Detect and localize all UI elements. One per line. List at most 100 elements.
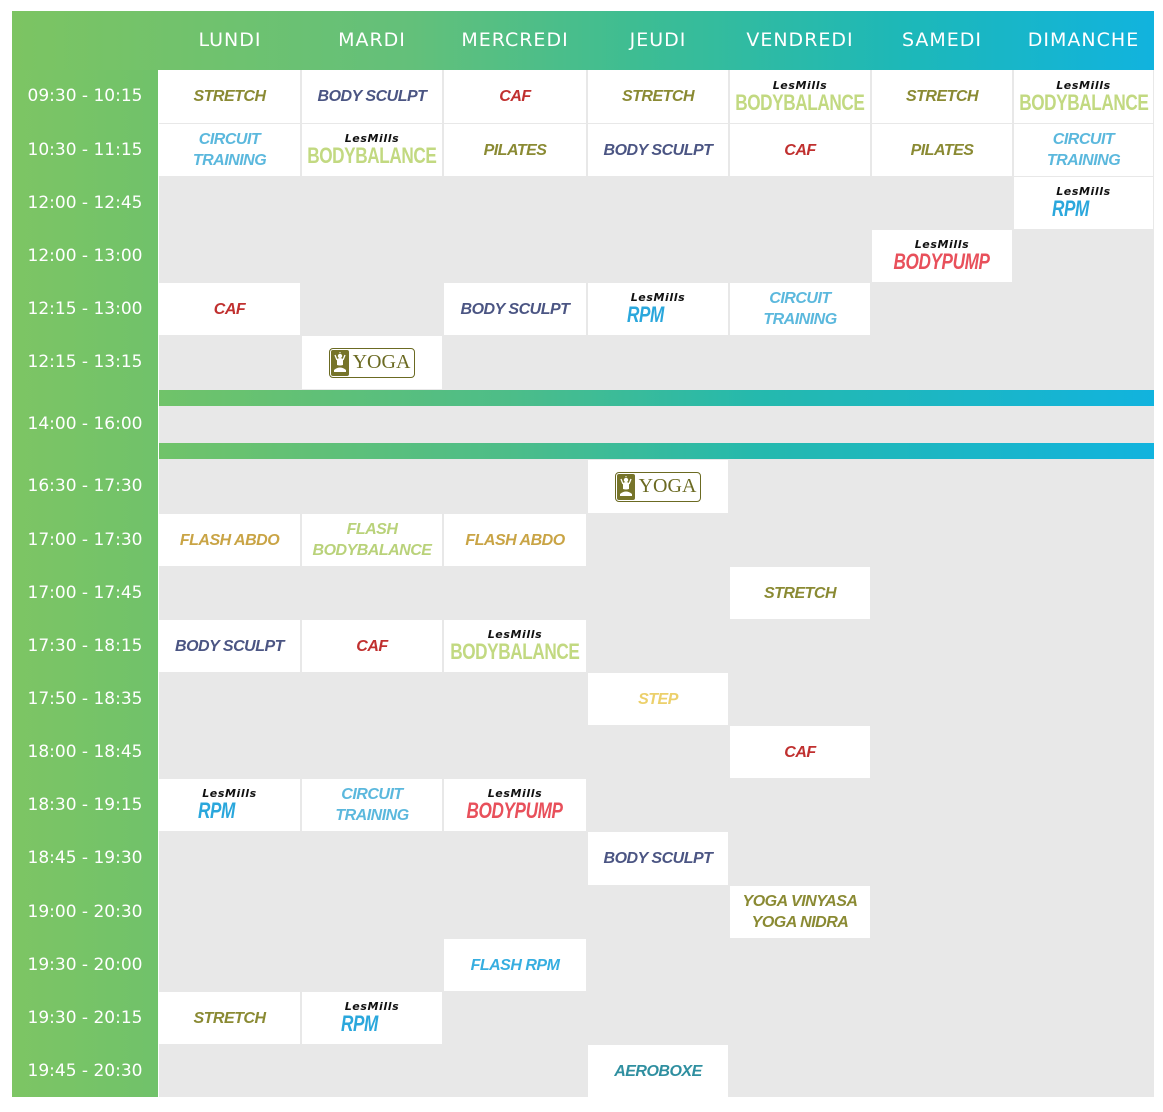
class-cell[interactable]: YOGA (588, 460, 728, 513)
class-name: CAF (213, 300, 246, 318)
class-name: CAF (784, 743, 816, 761)
class-name: STRETCH (763, 584, 837, 602)
section-divider-band (159, 443, 1154, 459)
yoga-label: YOGA (638, 475, 697, 497)
class-cell[interactable]: STRETCH (730, 567, 870, 619)
class-cell[interactable]: LesMills BODYBALANCE (1014, 70, 1153, 123)
class-cell[interactable]: STRETCH (159, 70, 300, 123)
class-cell[interactable]: BODY SCULPT (302, 70, 442, 123)
class-cell[interactable]: FLASH BODYBALANCE (302, 514, 442, 566)
lesmills-program-name: BODYPUMP (893, 249, 991, 274)
yoga-label: YOGA (352, 351, 411, 373)
class-cell[interactable]: CAF (444, 70, 586, 123)
class-cell[interactable]: FLASH RPM (444, 939, 586, 991)
day-header-samedi: SAMEDI (901, 29, 983, 51)
time-slot-label: 16:30 - 17:30 (27, 476, 143, 496)
time-slot-label: 12:00 - 12:45 (27, 193, 143, 213)
lesmills-logo: LesMills BODYBALANCE (717, 80, 883, 114)
class-cell[interactable]: LesMills RPM (1014, 177, 1153, 229)
lesmills-program-name: BODYBALANCE (1018, 89, 1149, 115)
time-slot-label: 17:50 - 18:35 (27, 689, 143, 709)
time-slot-label: 17:30 - 18:15 (27, 636, 143, 656)
class-name: FLASH (346, 521, 398, 538)
class-name: CAF (499, 88, 531, 105)
time-slot-label: 19:30 - 20:15 (27, 1008, 143, 1028)
time-slot-label: 14:00 - 16:00 (27, 414, 143, 434)
class-cell[interactable]: CIRCUIT TRAINING (1014, 124, 1153, 176)
class-name: PILATES (910, 141, 974, 159)
lesmills-program-name: BODYBALANCE (307, 143, 437, 168)
class-cell[interactable]: STRETCH (159, 992, 300, 1044)
class-cell[interactable]: CAF (302, 620, 442, 672)
time-slot-label: 19:00 - 20:30 (27, 902, 143, 922)
class-name: CIRCUIT (198, 131, 261, 148)
lesmills-program-name: RPM (340, 1011, 378, 1036)
class-cell[interactable]: FLASH ABDO (159, 514, 300, 566)
class-cell[interactable]: LesMills BODYPUMP (444, 779, 586, 831)
yoga-logo: YOGA (328, 347, 416, 378)
class-cell[interactable]: LesMills RPM (159, 779, 300, 831)
class-cell[interactable]: BODY SCULPT (588, 832, 728, 885)
class-cell[interactable]: STEP (588, 673, 728, 725)
time-slot-label: 18:45 - 19:30 (27, 848, 143, 868)
class-name: CAF (356, 637, 388, 655)
time-slot-label: 19:30 - 20:00 (27, 955, 143, 975)
class-cell[interactable]: STRETCH (588, 70, 728, 123)
class-cell[interactable]: CAF (730, 124, 870, 176)
class-name: STEP (638, 690, 678, 708)
class-cell[interactable]: AEROBOXE (588, 1045, 728, 1097)
lesmills-logo: LesMills RPM (1052, 186, 1111, 220)
class-cell[interactable]: CIRCUIT TRAINING (730, 283, 870, 335)
class-cell[interactable]: CAF (159, 283, 300, 335)
lesmills-logo: LesMills BODYBALANCE (289, 133, 455, 167)
class-cell[interactable]: FLASH ABDO (444, 514, 586, 566)
class-cell[interactable]: YOGA VINYASA YOGA NIDRA (730, 886, 870, 938)
lesmills-program-name: BODYPUMP (466, 798, 564, 823)
lesmills-program-name: BODYBALANCE (735, 89, 865, 115)
class-name: FLASH ABDO (179, 531, 280, 549)
day-header-jeudi: JEUDI (629, 29, 687, 51)
lesmills-logo: LesMills RPM (198, 788, 257, 822)
time-slot-label: 19:45 - 20:30 (27, 1061, 143, 1081)
time-slot-label: 18:00 - 18:45 (27, 742, 143, 762)
class-name: STRETCH (905, 88, 979, 105)
lesmills-program-name: RPM (198, 798, 236, 823)
class-cell[interactable]: CAF (730, 726, 870, 778)
class-cell[interactable]: CIRCUIT TRAINING (159, 124, 300, 176)
time-slot-label: 17:00 - 17:45 (27, 583, 143, 603)
class-name: CIRCUIT (341, 786, 403, 803)
class-cell[interactable]: LesMills BODYPUMP (872, 230, 1012, 282)
class-cell[interactable]: BODY SCULPT (588, 124, 728, 176)
class-cell[interactable]: PILATES (444, 124, 586, 176)
lesmills-logo: LesMills BODYBALANCE (432, 629, 598, 663)
class-cell[interactable]: LesMills RPM (588, 283, 728, 335)
class-name: AEROBOXE (614, 1062, 702, 1080)
class-name: TRAINING (335, 807, 409, 824)
class-cell[interactable]: CIRCUIT TRAINING (302, 779, 442, 831)
class-name: FLASH ABDO (465, 531, 565, 549)
class-name: TRAINING (1046, 152, 1121, 169)
class-name: BODY SCULPT (460, 300, 570, 318)
lesmills-program-name: RPM (1052, 196, 1090, 221)
class-cell[interactable]: LesMills BODYBALANCE (730, 70, 870, 123)
time-slot-label: 17:00 - 17:30 (27, 530, 143, 550)
lesmills-logo: LesMills RPM (341, 1001, 400, 1035)
lesmills-logo: LesMills BODYBALANCE (1001, 80, 1163, 114)
class-name: TRAINING (763, 311, 837, 328)
time-slot-label: 12:15 - 13:00 (27, 299, 143, 319)
class-name: BODY SCULPT (603, 850, 713, 867)
class-schedule-table: LUNDI MARDI MERCREDI JEUDI VENDREDI SAMEDI DIM… (12, 11, 1154, 1097)
class-cell[interactable]: LesMills RPM (302, 992, 442, 1044)
lesmills-logo: LesMills BODYPUMP (453, 788, 576, 822)
day-header-vendredi: VENDREDI (746, 29, 854, 51)
lesmills-program-name: BODYBALANCE (450, 639, 580, 664)
class-cell[interactable]: YOGA (302, 336, 442, 389)
class-cell[interactable]: PILATES (872, 124, 1012, 176)
class-cell[interactable]: STRETCH (872, 70, 1012, 123)
class-cell[interactable]: LesMills BODYBALANCE (444, 620, 586, 672)
class-name: PILATES (483, 141, 547, 159)
class-cell[interactable]: BODY SCULPT (444, 283, 586, 335)
class-cell[interactable]: BODY SCULPT (159, 620, 300, 672)
class-cell[interactable]: LesMills BODYBALANCE (302, 124, 442, 176)
meditation-icon (330, 349, 349, 376)
